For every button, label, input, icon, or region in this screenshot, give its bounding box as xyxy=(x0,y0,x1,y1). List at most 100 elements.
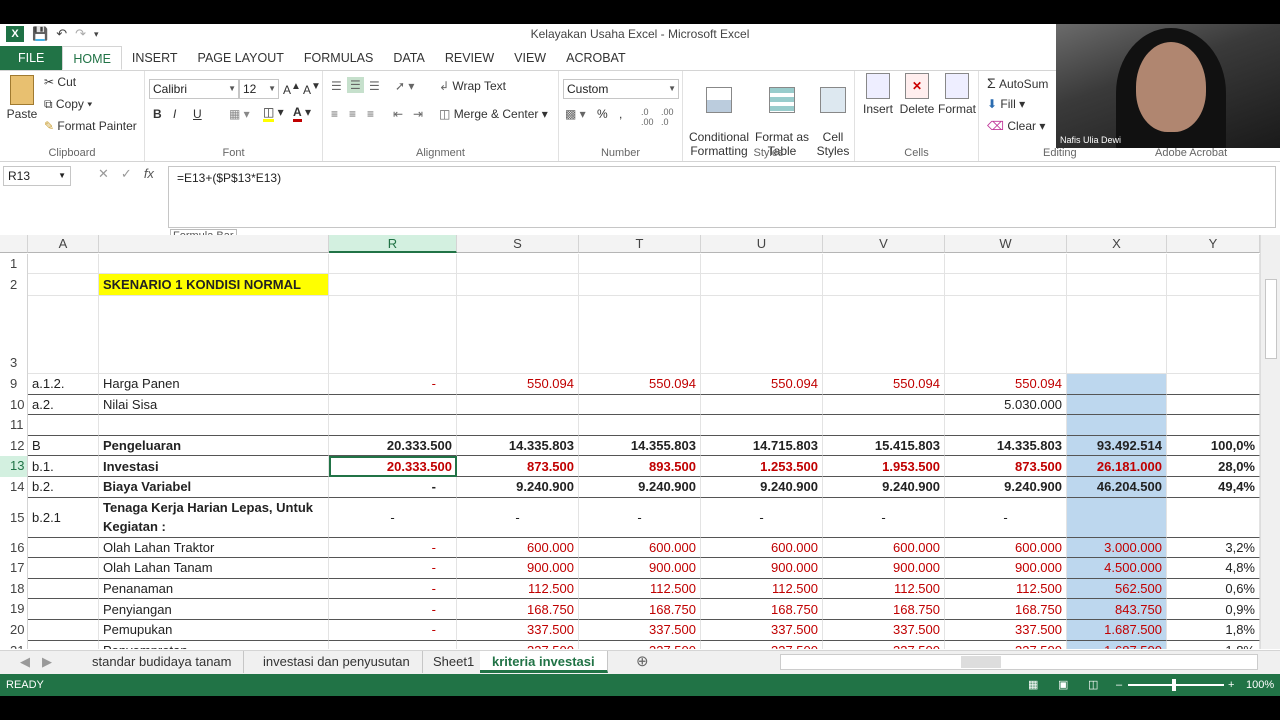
align-middle-icon[interactable]: ☰ xyxy=(347,77,364,93)
cell-v14[interactable]: 9.240.900 xyxy=(823,477,945,498)
sheet-tab-kriteria[interactable]: kriteria investasi xyxy=(480,651,608,673)
decrease-decimal-icon[interactable]: .00.0 xyxy=(661,107,674,127)
cell-a9[interactable]: a.1.2. xyxy=(28,374,99,395)
tab-file[interactable]: FILE xyxy=(0,46,63,70)
cell-w3[interactable] xyxy=(945,296,1067,374)
tab-page-layout[interactable]: PAGE LAYOUT xyxy=(188,46,294,70)
cell-v13[interactable]: 1.953.500 xyxy=(823,456,945,477)
cell-y16[interactable]: 3,2% xyxy=(1167,537,1260,559)
cell-y21[interactable]: 1,8% xyxy=(1167,640,1260,649)
cell-v16[interactable]: 600.000 xyxy=(823,537,945,559)
cell-y11[interactable] xyxy=(1167,415,1260,436)
cell-x3[interactable] xyxy=(1067,296,1167,374)
cell-x17[interactable]: 4.500.000 xyxy=(1067,558,1167,579)
fill-color-icon[interactable]: ◫ ▾ xyxy=(263,105,284,122)
cell-y10[interactable] xyxy=(1167,394,1260,416)
cell-w19[interactable]: 168.750 xyxy=(945,599,1067,620)
cell-s11[interactable] xyxy=(457,415,579,436)
cell-t18[interactable]: 112.500 xyxy=(579,578,701,600)
cell-s18[interactable]: 112.500 xyxy=(457,578,579,600)
cell-t19[interactable]: 168.750 xyxy=(579,599,701,620)
cell-b1[interactable] xyxy=(99,254,329,274)
name-box[interactable]: R13 ▼ xyxy=(3,166,71,186)
cell-s3[interactable] xyxy=(457,296,579,374)
column-header-y[interactable]: Y xyxy=(1167,235,1260,253)
increase-decimal-icon[interactable]: .0.00 xyxy=(641,107,654,127)
cell-a12[interactable]: B xyxy=(28,435,99,457)
align-left-icon[interactable]: ≡ xyxy=(331,107,338,121)
cell-x1[interactable] xyxy=(1067,254,1167,274)
row-header[interactable]: 10 xyxy=(0,394,28,416)
cell-t20[interactable]: 337.500 xyxy=(579,620,701,641)
column-header-r[interactable]: R xyxy=(329,235,457,253)
column-header-w[interactable]: W xyxy=(945,235,1067,253)
cell-w14[interactable]: 9.240.900 xyxy=(945,477,1067,498)
cell-t14[interactable]: 9.240.900 xyxy=(579,477,701,498)
align-center-icon[interactable]: ≡ xyxy=(349,107,356,121)
cell-y15[interactable] xyxy=(1167,497,1260,538)
cell-t15[interactable]: - xyxy=(579,497,701,538)
cell-y14[interactable]: 49,4% xyxy=(1167,477,1260,498)
cell-r16[interactable]: - xyxy=(329,537,457,559)
bold-button[interactable]: B xyxy=(153,107,162,121)
formula-input[interactable]: =E13+($P$13*E13) xyxy=(168,166,1276,228)
cell-v20[interactable]: 337.500 xyxy=(823,620,945,641)
cut-button[interactable]: ✂ Cut xyxy=(44,75,76,89)
cell-s12[interactable]: 14.335.803 xyxy=(457,435,579,457)
cell-t3[interactable] xyxy=(579,296,701,374)
row-header[interactable]: 17 xyxy=(0,558,28,579)
font-size-select[interactable]: 12 ▼ xyxy=(239,79,279,99)
cell-r17[interactable]: - xyxy=(329,558,457,579)
row-header[interactable]: 14 xyxy=(0,477,28,498)
row-header[interactable]: 3 xyxy=(0,296,28,374)
cell-w13[interactable]: 873.500 xyxy=(945,456,1067,477)
cell-s10[interactable] xyxy=(457,394,579,416)
column-header-v[interactable]: V xyxy=(823,235,945,253)
cell-s2[interactable] xyxy=(457,274,579,296)
sheet-tab-sheet1[interactable]: Sheet1 xyxy=(421,651,488,673)
column-header-a[interactable]: A xyxy=(28,235,99,253)
cell-a21[interactable] xyxy=(28,640,99,649)
tab-view[interactable]: VIEW xyxy=(504,46,556,70)
cell-r11[interactable] xyxy=(329,415,457,436)
cell-r3[interactable] xyxy=(329,296,457,374)
cell-b14[interactable]: Biaya Variabel xyxy=(99,477,329,498)
cell-x16[interactable]: 3.000.000 xyxy=(1067,537,1167,559)
percent-button[interactable]: % xyxy=(597,107,608,121)
decrease-indent-icon[interactable]: ⇤ xyxy=(393,107,403,121)
cell-s20[interactable]: 337.500 xyxy=(457,620,579,641)
font-name-select[interactable]: Calibri ▼ xyxy=(149,79,239,99)
cell-x12[interactable]: 93.492.514 xyxy=(1067,435,1167,457)
cell-a14[interactable]: b.2. xyxy=(28,477,99,498)
format-cells-button[interactable]: Format xyxy=(937,73,977,116)
cell-y1[interactable] xyxy=(1167,254,1260,274)
sheet-tab-standar[interactable]: standar budidaya tanam xyxy=(80,651,245,673)
cell-s9[interactable]: 550.094 xyxy=(457,374,579,395)
cell-x15[interactable] xyxy=(1067,497,1167,538)
cell-v12[interactable]: 15.415.803 xyxy=(823,435,945,457)
cell-s13[interactable]: 873.500 xyxy=(457,456,579,477)
cell-v10[interactable] xyxy=(823,394,945,416)
tab-home[interactable]: HOME xyxy=(62,46,122,70)
cell-t21[interactable]: 337.500 xyxy=(579,640,701,649)
cell-r15[interactable]: - xyxy=(329,497,457,538)
vertical-scrollbar[interactable] xyxy=(1260,235,1280,649)
align-top-icon[interactable]: ☰ xyxy=(331,79,342,93)
shrink-font-button[interactable]: A▼ xyxy=(303,81,321,97)
format-painter-button[interactable]: ✎ Format Painter xyxy=(44,119,137,133)
cell-y17[interactable]: 4,8% xyxy=(1167,558,1260,579)
cell-r12[interactable]: 20.333.500 xyxy=(329,435,457,457)
cell-x19[interactable]: 843.750 xyxy=(1067,599,1167,620)
cell-w18[interactable]: 112.500 xyxy=(945,578,1067,600)
fill-button[interactable]: ⬇ Fill ▾ xyxy=(987,97,1025,111)
insert-cells-button[interactable]: Insert xyxy=(859,73,897,116)
cell-r1[interactable] xyxy=(329,254,457,274)
cell-w1[interactable] xyxy=(945,254,1067,274)
cell-x9[interactable] xyxy=(1067,374,1167,395)
cell-r19[interactable]: - xyxy=(329,599,457,620)
cell-t16[interactable]: 600.000 xyxy=(579,537,701,559)
cell-x18[interactable]: 562.500 xyxy=(1067,578,1167,600)
cell-w11[interactable] xyxy=(945,415,1067,436)
cell-u21[interactable]: 337.500 xyxy=(701,640,823,649)
cell-s16[interactable]: 600.000 xyxy=(457,537,579,559)
